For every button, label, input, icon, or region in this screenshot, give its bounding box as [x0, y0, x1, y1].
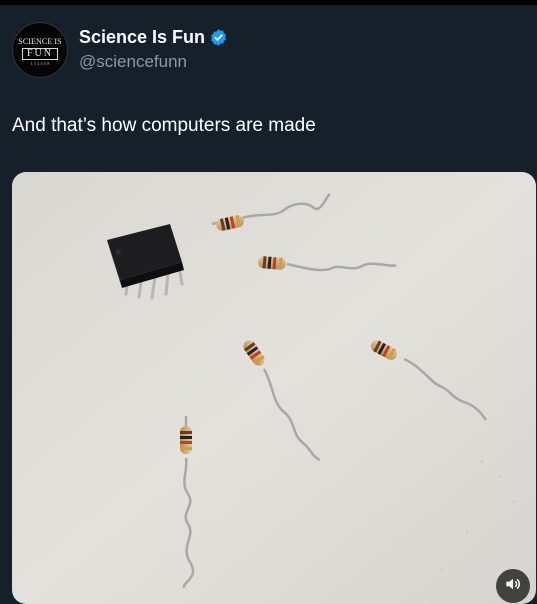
- display-name[interactable]: Science Is Fun: [79, 27, 205, 48]
- tweet-text: And that’s how computers are made: [12, 115, 316, 136]
- speaker-icon: [504, 575, 522, 598]
- name-row: Science Is Fun: [79, 27, 228, 48]
- top-bar: [0, 0, 537, 5]
- avatar-logo-digits: 1·1·2·3·5·8: [30, 61, 50, 66]
- tweet-media[interactable]: [12, 172, 536, 604]
- avatar-logo-top: SCIENCE IS: [18, 37, 62, 46]
- avatar-logo-box: FUN: [22, 48, 58, 60]
- avatar[interactable]: SCIENCE IS FUN 1·1·2·3·5·8: [12, 22, 68, 78]
- sound-toggle-button[interactable]: [496, 569, 530, 603]
- media-photo: [12, 172, 536, 604]
- handle[interactable]: @sciencefunn: [79, 52, 187, 72]
- tweet-header: SCIENCE IS FUN 1·1·2·3·5·8 Science Is Fu…: [12, 22, 512, 80]
- verified-badge-icon: [209, 28, 228, 47]
